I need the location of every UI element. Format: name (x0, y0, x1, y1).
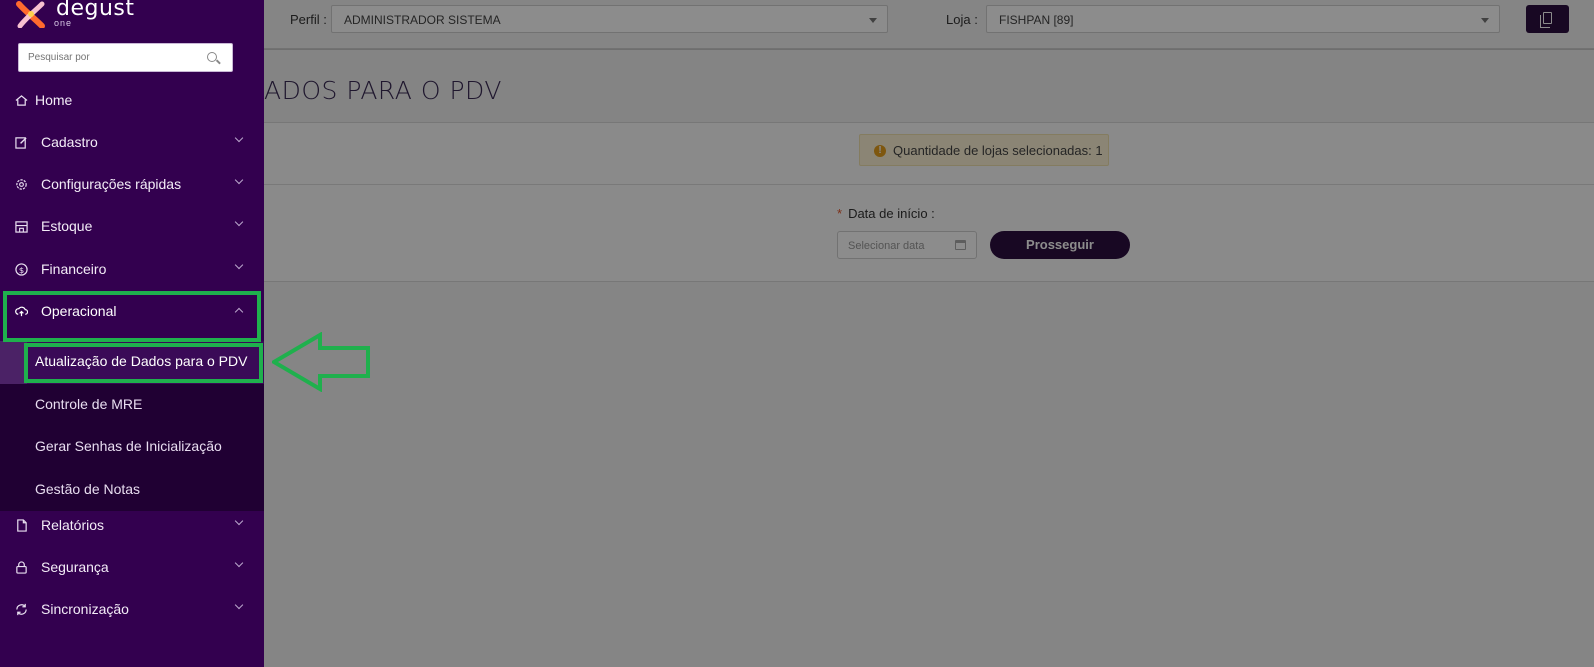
modal-overlay[interactable] (264, 0, 1594, 667)
dollar-icon: $ (15, 263, 28, 276)
sidebar-item-cadastro[interactable]: Cadastro (0, 121, 264, 164)
degust-logo-icon (16, 1, 45, 28)
sidebar-item-financeiro[interactable]: $ Financeiro (0, 248, 264, 291)
sidebar-item-label: Segurança (41, 559, 109, 575)
sidebar-item-home[interactable]: Home (0, 79, 264, 122)
chevron-down-icon (234, 600, 244, 610)
submenu-item-label: Gerar Senhas de Inicialização (35, 438, 222, 454)
sidebar-item-configuracoes[interactable]: Configurações rápidas (0, 163, 264, 206)
file-icon (17, 519, 27, 532)
sidebar-item-label: Cadastro (41, 134, 98, 150)
highlight-operacional-box (3, 291, 261, 342)
chevron-down-icon (234, 558, 244, 568)
home-icon (15, 95, 28, 106)
chevron-down-icon (234, 217, 244, 227)
sidebar-item-label: Sincronização (41, 601, 129, 617)
search-input[interactable] (19, 44, 199, 71)
sidebar-item-seguranca[interactable]: Segurança (0, 546, 264, 589)
submenu-item-controle-mre[interactable]: Controle de MRE (0, 384, 264, 427)
highlight-atualizacao-box (24, 343, 263, 383)
sync-icon (16, 603, 27, 616)
sidebar-search[interactable] (18, 43, 233, 72)
chevron-down-icon (234, 133, 244, 143)
chevron-down-icon (234, 516, 244, 526)
sidebar-item-label: Estoque (41, 218, 93, 234)
gear-icon (16, 179, 27, 190)
sidebar-item-label: Financeiro (41, 261, 107, 277)
sidebar-item-estoque[interactable]: Estoque (0, 205, 264, 248)
sidebar-item-label: Configurações rápidas (41, 176, 182, 192)
arrow-left-icon (272, 332, 370, 392)
sidebar-item-label: Home (35, 92, 73, 108)
sidebar-item-label: Relatórios (41, 517, 105, 533)
chevron-down-icon (234, 175, 244, 185)
submenu-item-label: Controle de MRE (35, 396, 143, 412)
sidebar-item-relatorios[interactable]: Relatórios (0, 504, 264, 547)
submenu-item-gerar-senhas[interactable]: Gerar Senhas de Inicialização (0, 426, 264, 469)
svg-text:$: $ (19, 265, 24, 275)
store-icon (15, 221, 28, 233)
search-icon[interactable] (207, 52, 217, 62)
edit-icon (15, 137, 27, 149)
lock-icon (16, 561, 27, 574)
logo-sub: one (54, 18, 73, 28)
submenu-item-label: Gestão de Notas (35, 481, 141, 497)
sidebar-item-sincronizacao[interactable]: Sincronização (0, 588, 264, 631)
active-marker (0, 341, 27, 384)
chevron-down-icon (234, 260, 244, 270)
